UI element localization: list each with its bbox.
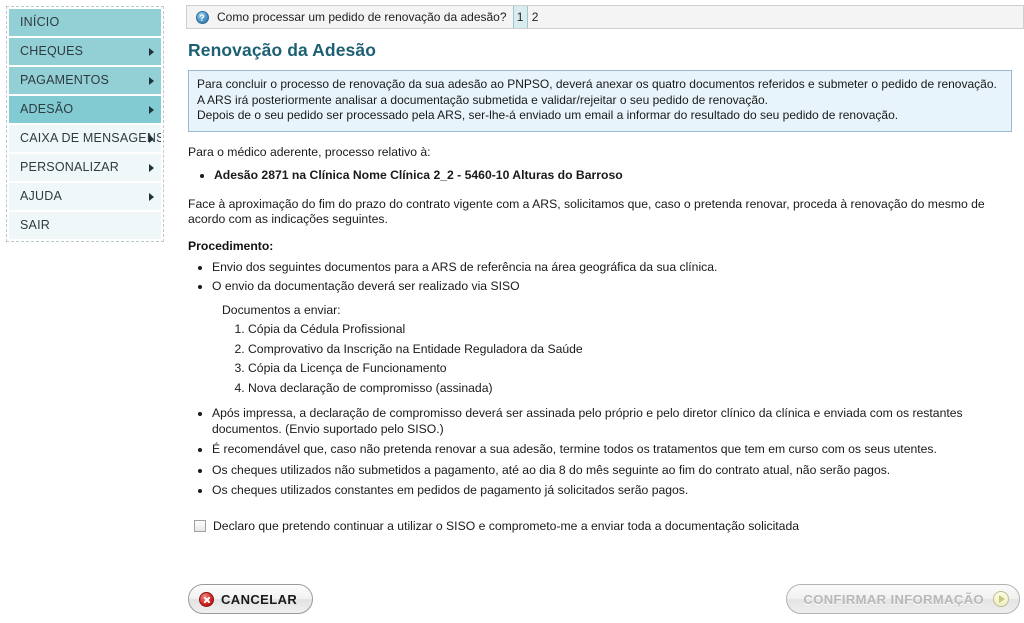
info-line: A ARS irá posteriormente analisar a docu… <box>197 92 769 107</box>
sidebar-item-sair[interactable]: SAIR <box>9 212 161 239</box>
chevron-right-icon <box>149 163 154 172</box>
list-item: O envio da documentação deverá ser reali… <box>212 279 1024 295</box>
renewal-paragraph: Face à aproximação do fim do prazo do co… <box>188 196 985 227</box>
sidebar-item-label: SAIR <box>20 218 50 232</box>
help-icon-cell: ? <box>187 6 217 28</box>
procedure-bullets-bottom: Após impressa, a declaração de compromis… <box>186 406 1024 499</box>
list-item: Nova declaração de compromisso (assinada… <box>248 381 1024 397</box>
sidebar-item-ajuda[interactable]: AJUDA <box>9 183 161 212</box>
documents-list: Cópia da Cédula Profissional Comprovativ… <box>186 322 1024 396</box>
info-line: Para concluir o processo de renovação da… <box>197 77 997 91</box>
list-item: Cópia da Cédula Profissional <box>248 322 1024 338</box>
intro-text: Para o médico aderente, processo relativ… <box>188 144 431 159</box>
cancel-button[interactable]: CANCELAR <box>188 584 314 614</box>
sidebar-item-label: CAIXA DE MENSAGENS <box>20 131 161 145</box>
confirm-information-button: CONFIRMAR INFORMAÇÃO <box>786 584 1020 614</box>
info-callout: Para concluir o processo de renovação da… <box>188 70 1012 132</box>
list-item: Após impressa, a declaração de compromis… <box>212 406 1024 437</box>
chevron-right-icon <box>149 105 154 114</box>
sidebar-item-personalizar[interactable]: PERSONALIZAR <box>9 154 161 183</box>
button-row: CANCELAR CONFIRMAR INFORMAÇÃO <box>186 584 1024 616</box>
help-page-1[interactable]: 1 <box>512 6 528 28</box>
list-item: Envio dos seguintes documentos para a AR… <box>212 260 1024 276</box>
list-item: Cópia da Licença de Funcionamento <box>248 361 1024 377</box>
sidebar-item-label: PERSONALIZAR <box>20 160 119 174</box>
sidebar-item-pagamentos[interactable]: PAGAMENTOS <box>9 67 161 96</box>
adesao-list: Adesão 2871 na Clínica Nome Clínica 2_2 … <box>186 168 1024 184</box>
main-content: ? Como processar um pedido de renovação … <box>186 0 1024 623</box>
declaration-row: Declaro que pretendo continuar a utiliza… <box>194 519 1024 533</box>
sidebar-item-adesao[interactable]: ADESÃO <box>9 96 161 125</box>
documents-label: Documentos a enviar: <box>222 303 341 317</box>
play-arrow-circle-icon <box>993 591 1009 607</box>
sidebar-item-label: INÍCIO <box>20 15 60 29</box>
list-item: É recomendável que, caso não pretenda re… <box>212 442 1024 458</box>
chevron-right-icon <box>149 134 154 143</box>
sidebar-item-label: PAGAMENTOS <box>20 73 110 87</box>
help-page-2[interactable]: 2 <box>528 6 543 28</box>
sidebar-nav: INÍCIO CHEQUES PAGAMENTOS ADESÃO CAIXA D… <box>6 6 164 242</box>
red-x-circle-icon <box>199 591 214 607</box>
sidebar-item-cheques[interactable]: CHEQUES <box>9 38 161 67</box>
sidebar-item-label: CHEQUES <box>20 44 84 58</box>
cancel-button-label: CANCELAR <box>221 591 298 607</box>
sidebar-item-label: AJUDA <box>20 189 62 203</box>
declaration-checkbox[interactable] <box>194 519 206 532</box>
page-title: Renovação da Adesão <box>188 40 376 60</box>
info-line: Depois de o seu pedido ser processado pe… <box>197 108 899 122</box>
procedure-bullets-top: Envio dos seguintes documentos para a AR… <box>186 260 1024 294</box>
list-item: Comprovativo da Inscrição na Entidade Re… <box>248 342 1024 358</box>
help-bar-text: Como processar um pedido de renovação da… <box>217 10 507 24</box>
help-bar-filler <box>543 6 1023 28</box>
chevron-right-icon <box>149 76 154 85</box>
sidebar-item-inicio[interactable]: INÍCIO <box>9 9 161 38</box>
chevron-right-icon <box>149 47 154 56</box>
sidebar-item-label: ADESÃO <box>20 102 74 116</box>
chevron-right-icon <box>149 192 154 201</box>
question-mark-icon[interactable]: ? <box>195 10 209 24</box>
list-item: Os cheques utilizados constantes em pedi… <box>212 483 1024 499</box>
list-item: Os cheques utilizados não submetidos a p… <box>212 463 1024 479</box>
help-bar: ? Como processar um pedido de renovação … <box>186 5 1024 29</box>
confirm-button-label: CONFIRMAR INFORMAÇÃO <box>803 591 984 607</box>
procedure-label: Procedimento: <box>188 238 274 253</box>
declaration-label: Declaro que pretendo continuar a utiliza… <box>213 518 799 533</box>
page-root: INÍCIO CHEQUES PAGAMENTOS ADESÃO CAIXA D… <box>0 0 1024 623</box>
sidebar-item-caixa-de-mensagens[interactable]: CAIXA DE MENSAGENS <box>9 125 161 154</box>
list-item: Adesão 2871 na Clínica Nome Clínica 2_2 … <box>214 168 1024 184</box>
